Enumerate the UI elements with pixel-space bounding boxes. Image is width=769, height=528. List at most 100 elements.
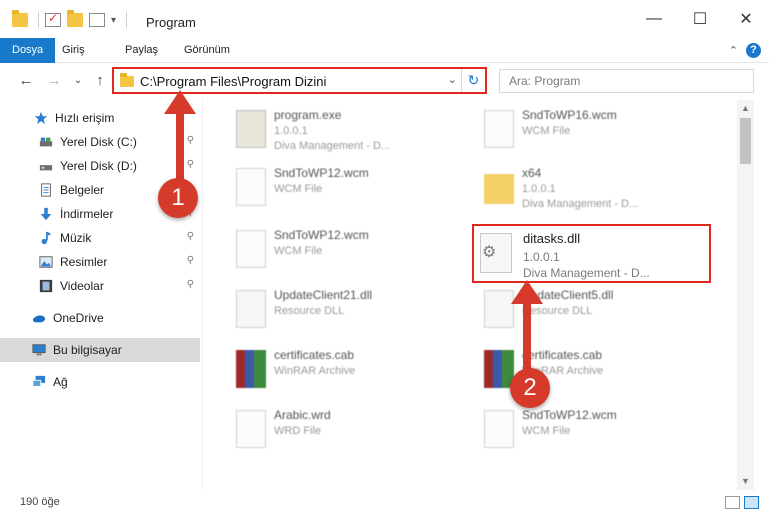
sidebar-item-label: Müzik — [60, 231, 92, 245]
file-name: SndToWP12.wcm — [522, 408, 617, 422]
download-icon — [40, 207, 52, 221]
search-placeholder: Ara: Program — [509, 74, 581, 88]
file-icon — [236, 410, 266, 448]
large-icons-view-icon[interactable] — [744, 496, 759, 509]
file-name: SndToWP12.wcm — [274, 166, 369, 180]
list-item[interactable]: SndToWP12.wcm WCM File — [468, 402, 728, 460]
file-type: WinRAR Archive — [274, 365, 356, 377]
tab-view[interactable]: Görünüm — [174, 38, 240, 63]
sidebar-item-pictures[interactable]: Resimler ⚲ — [0, 250, 200, 274]
back-button[interactable]: ← — [16, 70, 36, 90]
close-button[interactable]: ✕ — [723, 0, 769, 38]
sidebar-item-label: Videolar — [60, 279, 104, 293]
sidebar-item-onedrive[interactable]: OneDrive — [0, 306, 200, 330]
file-type: WCM File — [522, 425, 571, 437]
item-count: 190 öğe — [20, 496, 60, 508]
file-name: SndToWP12.wcm — [274, 228, 369, 242]
customize-icon[interactable] — [89, 13, 105, 27]
list-item[interactable]: certificates.cab WinRAR Archive — [220, 342, 480, 400]
tab-share[interactable]: Paylaş — [115, 38, 168, 63]
sidebar-item-videos[interactable]: Videolar ⚲ — [0, 274, 200, 298]
scroll-thumb[interactable] — [740, 118, 751, 164]
file-version: 1.0.0.1 — [522, 183, 556, 195]
list-item[interactable]: SndToWP16.wcm WCM File — [468, 102, 728, 160]
minimize-button[interactable]: — — [631, 0, 677, 38]
new-folder-icon[interactable] — [67, 10, 83, 27]
sidebar-item-label: Bu bilgisayar — [53, 343, 122, 357]
properties-check-icon[interactable] — [45, 11, 61, 27]
sidebar-item-this-pc[interactable]: Bu bilgisayar — [0, 338, 200, 362]
file-icon — [236, 230, 266, 268]
scroll-down-icon[interactable]: ▼ — [737, 473, 754, 490]
divider — [38, 12, 39, 28]
star-icon — [34, 111, 48, 125]
list-item[interactable]: program.exe 1.0.0.1 Diva Management - D.… — [220, 102, 480, 160]
highlighted-dll-file[interactable]: ⚙ ditasks.dll 1.0.0.1 Diva Management - … — [472, 224, 711, 283]
network-icon — [32, 375, 46, 387]
cloud-icon — [32, 315, 46, 323]
sidebar-item-label: Hızlı erişim — [55, 111, 115, 125]
file-type: WCM File — [522, 125, 571, 137]
pin-icon: ⚲ — [186, 255, 194, 266]
ribbon: Dosya Giriş Paylaş Görünüm ⌃ ? — [0, 38, 769, 63]
search-input[interactable]: Ara: Program — [499, 69, 754, 93]
list-item[interactable]: x64 1.0.0.1 Diva Management - D... — [468, 160, 728, 218]
annotation-arrow-2 — [511, 280, 543, 376]
list-item[interactable]: UpdateClient21.dll Resource DLL — [220, 282, 480, 340]
list-item[interactable]: SndToWP12.wcm WCM File — [220, 160, 480, 218]
file-icon — [484, 410, 514, 448]
file-company: Diva Management - D... — [522, 198, 639, 210]
sidebar-item-label: Yerel Disk (D:) — [60, 159, 137, 173]
vertical-scrollbar[interactable]: ▲ ▼ — [737, 100, 754, 490]
winrar-archive-icon — [236, 350, 266, 388]
drive-icon — [39, 165, 53, 171]
file-type: Resource DLL — [274, 305, 345, 317]
file-name: program.exe — [274, 108, 342, 122]
sidebar-item-label: Ağ — [53, 375, 68, 389]
list-item[interactable]: SndToWP12.wcm WCM File — [220, 222, 480, 280]
file-name: x64 — [522, 166, 542, 180]
recent-locations-icon[interactable]: ⌄ — [68, 70, 88, 90]
file-type: WCM File — [274, 245, 323, 257]
sidebar-item-label: Belgeler — [60, 183, 105, 197]
scroll-up-icon[interactable]: ▲ — [737, 100, 754, 117]
pin-icon: ⚲ — [186, 231, 194, 242]
sidebar-item-music[interactable]: Müzik ⚲ — [0, 226, 200, 250]
forward-button[interactable]: → — [44, 70, 64, 90]
sidebar-item-label: İndirmeler — [60, 207, 114, 221]
divider — [126, 12, 128, 28]
folder-icon — [484, 174, 514, 204]
window-title: Program — [146, 15, 196, 30]
exe-file-icon — [236, 110, 266, 148]
file-name: UpdateClient21.dll — [274, 288, 373, 302]
refresh-button[interactable]: ↻ — [461, 69, 485, 92]
quick-access-toolbar: ▾ — [12, 10, 128, 28]
list-item[interactable]: Arabic.wrd WRD File — [220, 402, 480, 460]
title-bar: ▾ Program — ☐ ✕ — [0, 0, 769, 38]
navigation-bar: ← → ⌄ ↑ C:\Program Files\Program Dizini … — [0, 64, 769, 96]
address-dropdown-icon[interactable]: ⌄ — [448, 73, 457, 86]
step-badge-1: 1 — [158, 178, 198, 218]
up-button[interactable]: ↑ — [90, 70, 110, 90]
dll-file-icon — [236, 290, 266, 328]
sidebar-item-label: Yerel Disk (C:) — [60, 135, 137, 149]
file-list: program.exe 1.0.0.1 Diva Management - D.… — [210, 100, 736, 490]
file-company: Diva Management - D... — [274, 140, 391, 152]
sidebar-item-network[interactable]: Ağ — [0, 370, 200, 394]
tab-home[interactable]: Giriş — [52, 38, 95, 63]
details-view-icon[interactable] — [725, 496, 740, 509]
computer-icon — [32, 344, 46, 356]
file-name: ditasks.dll — [523, 231, 581, 246]
documents-icon — [41, 183, 51, 197]
maximize-button[interactable]: ☐ — [677, 0, 723, 38]
file-type: WCM File — [274, 183, 323, 195]
file-version: 1.0.0.1 — [274, 125, 308, 137]
tab-file[interactable]: Dosya — [0, 38, 56, 63]
address-path[interactable]: C:\Program Files\Program Dizini — [140, 74, 326, 89]
sidebar-item-label: OneDrive — [53, 311, 104, 325]
gear-icon: ⚙ — [482, 244, 497, 261]
qat-dropdown-icon[interactable]: ▾ — [111, 15, 116, 26]
collapse-ribbon-icon[interactable]: ⌃ — [729, 44, 738, 57]
pin-icon: ⚲ — [186, 279, 194, 290]
help-icon[interactable]: ? — [746, 43, 761, 58]
